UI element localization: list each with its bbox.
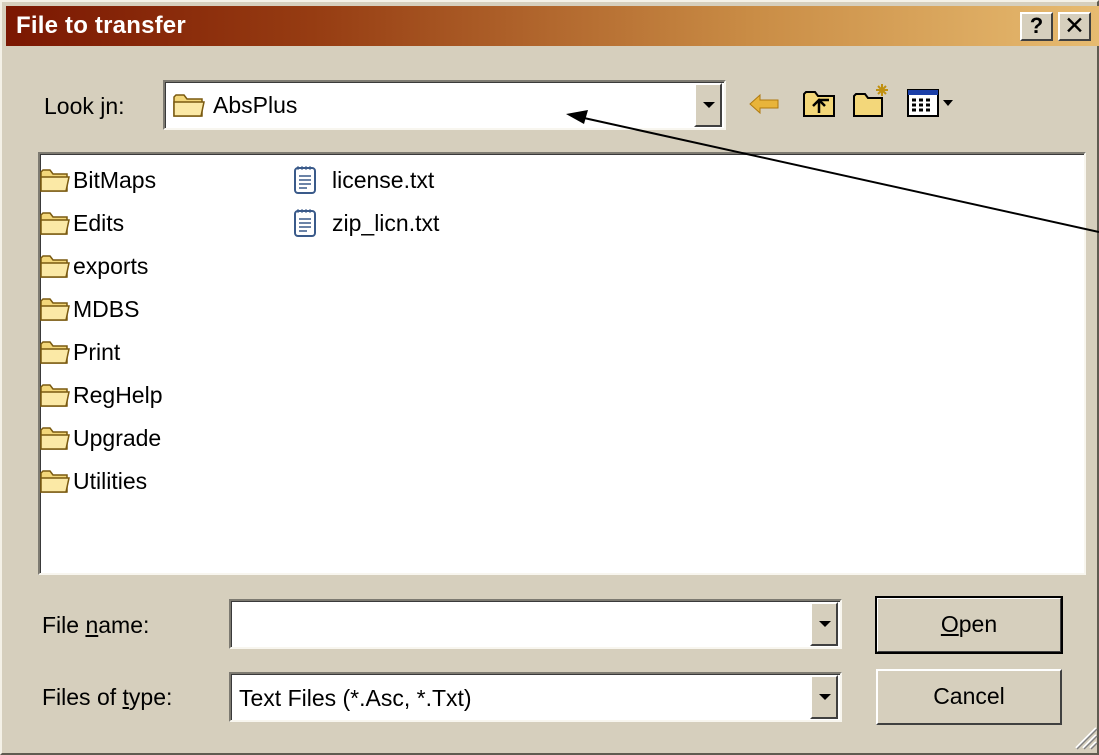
dialog-title: File to transfer	[16, 12, 186, 39]
chevron-down-icon	[703, 102, 715, 108]
folder-name: Edits	[73, 209, 125, 236]
folder-name: Upgrade	[73, 424, 162, 451]
folder-item[interactable]: BitMaps	[40, 159, 156, 201]
chevron-down-icon	[819, 621, 831, 627]
file-name-label: File name:	[42, 612, 150, 638]
folder-name: exports	[73, 252, 149, 279]
text-file-icon	[294, 209, 316, 237]
close-button[interactable]: ✕	[1058, 12, 1091, 41]
folder-icon	[40, 341, 70, 364]
folder-item[interactable]: Print	[40, 331, 120, 373]
file-dialog: File to transfer ? ✕ Look jn: AbsPlus Bi…	[0, 0, 1099, 755]
file-type-dropdown[interactable]: Text Files (*.Asc, *.Txt)	[229, 672, 842, 722]
folder-icon	[40, 427, 70, 450]
file-name: zip_licn.txt	[332, 209, 440, 236]
file-item[interactable]: zip_licn.txt	[292, 202, 439, 244]
back-arrow-icon[interactable]	[748, 92, 780, 116]
folder-name: BitMaps	[73, 166, 157, 193]
folder-item[interactable]: MDBS	[40, 288, 139, 330]
view-menu-icon	[907, 89, 953, 117]
folder-name: MDBS	[73, 295, 140, 322]
folder-icon	[173, 94, 205, 117]
file-name: license.txt	[332, 166, 435, 193]
folder-icon	[40, 384, 70, 407]
look-in-value: AbsPlus	[213, 92, 298, 118]
file-list[interactable]: BitMaps Edits exports MDBS Print RegHelp Upgra…	[38, 152, 1086, 575]
file-name-input[interactable]	[229, 599, 842, 649]
up-one-level-icon[interactable]	[802, 88, 836, 118]
look-in-dropdown-button[interactable]	[694, 83, 722, 127]
text-file-icon	[294, 166, 316, 194]
folder-icon	[40, 212, 70, 235]
folder-name: Print	[73, 338, 121, 365]
open-button[interactable]: Open	[875, 596, 1063, 654]
cancel-button[interactable]: Cancel	[876, 669, 1062, 725]
folder-item[interactable]: exports	[40, 245, 148, 287]
folder-item[interactable]: Edits	[40, 202, 124, 244]
new-folder-icon[interactable]	[852, 82, 892, 118]
look-in-label: Look jn:	[44, 93, 125, 119]
file-type-dropdown-button[interactable]	[810, 675, 838, 719]
look-in-dropdown[interactable]: AbsPlus	[163, 80, 726, 130]
folder-icon	[40, 169, 70, 192]
folder-name: Utilities	[73, 467, 148, 494]
chevron-down-icon	[819, 694, 831, 700]
file-name-dropdown-button[interactable]	[810, 602, 838, 646]
folder-icon	[40, 255, 70, 278]
folder-icon	[40, 470, 70, 493]
folder-item[interactable]: Upgrade	[40, 417, 161, 459]
file-type-value: Text Files (*.Asc, *.Txt)	[239, 685, 472, 711]
help-button[interactable]: ?	[1020, 12, 1053, 41]
file-item[interactable]: license.txt	[292, 159, 434, 201]
folder-name: RegHelp	[73, 381, 163, 408]
close-icon: ✕	[1064, 12, 1085, 40]
folder-item[interactable]: Utilities	[40, 460, 147, 502]
title-bar[interactable]: File to transfer ? ✕	[6, 6, 1099, 46]
file-type-label: Files of type:	[42, 684, 173, 710]
resize-grip-icon[interactable]	[1072, 724, 1098, 750]
view-menu-button[interactable]	[906, 88, 966, 118]
folder-item[interactable]: RegHelp	[40, 374, 163, 416]
folder-icon	[40, 298, 70, 321]
